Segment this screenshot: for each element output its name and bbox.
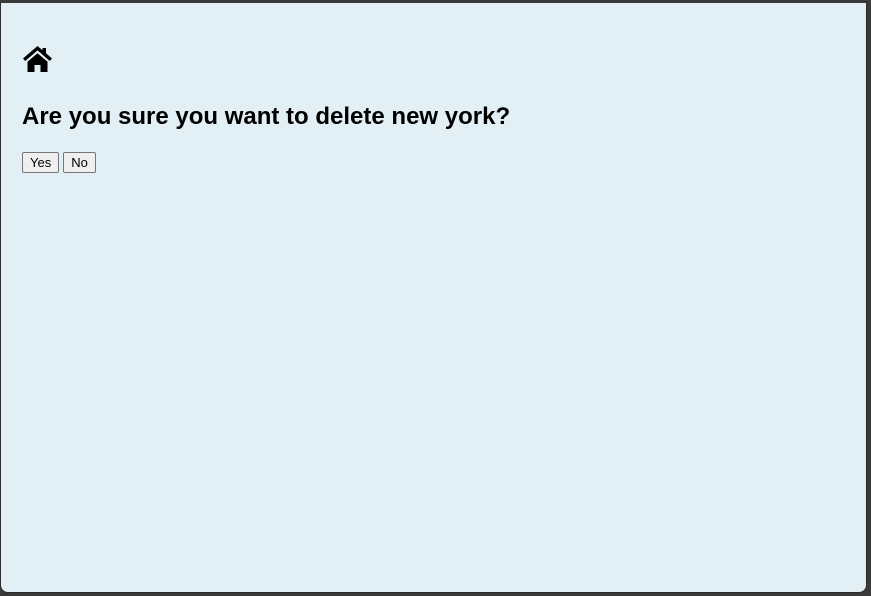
browser-viewport: Are you sure you want to delete new york… (0, 3, 867, 593)
confirmation-actions: Yes No (22, 152, 510, 173)
home-icon (23, 46, 52, 72)
confirmation-question: Are you sure you want to delete new york… (22, 103, 511, 130)
yes-button[interactable]: Yes (22, 152, 60, 173)
home-link[interactable] (22, 45, 53, 73)
no-button[interactable]: No (63, 152, 96, 173)
delete-confirmation: Are you sure you want to delete new york… (22, 45, 510, 173)
